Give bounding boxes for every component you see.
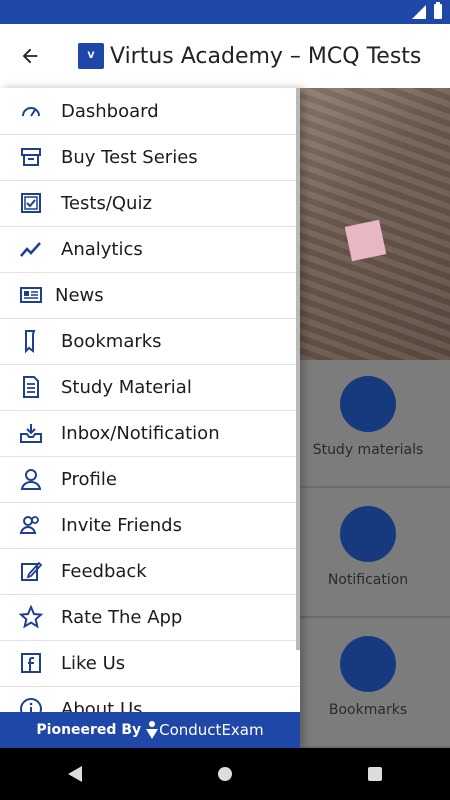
menu-item-label: Dashboard bbox=[61, 100, 159, 122]
menu-item-news[interactable]: News bbox=[0, 272, 300, 319]
signal-icon bbox=[412, 4, 426, 19]
tile-notification[interactable]: Notification bbox=[300, 490, 450, 618]
menu-item-buy-test-series[interactable]: Buy Test Series bbox=[0, 134, 300, 181]
back-button[interactable] bbox=[0, 24, 60, 88]
menu-item-inbox-notification[interactable]: Inbox/Notification bbox=[0, 410, 300, 457]
navigation-drawer: Dashboard Buy Test Series Tests/Quiz Ana… bbox=[0, 88, 300, 748]
hero-image bbox=[300, 88, 450, 360]
drawer-scrollbar[interactable] bbox=[296, 88, 300, 650]
notebook-icon bbox=[340, 636, 396, 692]
nav-home-icon[interactable] bbox=[218, 767, 232, 781]
menu-item-invite-friends[interactable]: Invite Friends bbox=[0, 502, 300, 549]
battery-icon bbox=[434, 2, 442, 19]
menu-item-label: Study Material bbox=[61, 376, 192, 398]
app-title: Virtus Academy – MCQ Tests bbox=[110, 43, 422, 69]
menu-item-label: News bbox=[55, 284, 104, 306]
menu-item-dashboard[interactable]: Dashboard bbox=[0, 88, 300, 135]
buy-box-icon bbox=[17, 143, 45, 171]
status-bar bbox=[0, 0, 450, 24]
nav-back-icon[interactable] bbox=[68, 766, 82, 782]
star-icon bbox=[17, 603, 45, 631]
menu-item-label: Feedback bbox=[61, 560, 147, 582]
analytics-chart-icon bbox=[17, 235, 45, 263]
app-bar: V Virtus Academy – MCQ Tests bbox=[0, 24, 450, 89]
menu-item-analytics[interactable]: Analytics bbox=[0, 226, 300, 273]
document-icon bbox=[17, 373, 45, 401]
menu-item-label: Bookmarks bbox=[61, 330, 162, 352]
system-navigation-bar bbox=[0, 748, 450, 800]
menu-item-bookmarks[interactable]: Bookmarks bbox=[0, 318, 300, 365]
tile-label: Notification bbox=[327, 572, 409, 588]
bell-icon bbox=[340, 506, 396, 562]
pioneered-by-banner: Pioneered By ConductExam bbox=[0, 712, 300, 748]
invite-users-icon bbox=[17, 511, 45, 539]
menu-item-like-us[interactable]: Like Us bbox=[0, 640, 300, 687]
menu-item-label: Inbox/Notification bbox=[61, 422, 220, 444]
app-logo: V bbox=[78, 43, 104, 69]
dashboard-gauge-icon bbox=[17, 97, 45, 125]
tile-label: Study materials bbox=[312, 442, 424, 458]
pioneered-by-label: Pioneered By bbox=[36, 722, 142, 738]
tile-bookmarks[interactable]: Bookmarks bbox=[300, 620, 450, 748]
menu-item-label: Invite Friends bbox=[61, 514, 182, 536]
news-icon bbox=[17, 281, 45, 309]
menu-item-label: Rate The App bbox=[61, 606, 183, 628]
menu-item-study-material[interactable]: Study Material bbox=[0, 364, 300, 411]
bookmark-icon bbox=[17, 327, 45, 355]
facebook-icon bbox=[17, 649, 45, 677]
conductexam-logo-icon bbox=[146, 721, 159, 739]
menu-item-rate-the-app[interactable]: Rate The App bbox=[0, 594, 300, 641]
menu-item-tests-quiz[interactable]: Tests/Quiz bbox=[0, 180, 300, 227]
menu-item-label: Profile bbox=[61, 468, 117, 490]
nav-recents-icon[interactable] bbox=[368, 767, 382, 781]
menu-item-label: Buy Test Series bbox=[61, 146, 198, 168]
menu-item-label: Analytics bbox=[61, 238, 143, 260]
dashboard-grid: Study materials Notification Bookmarks bbox=[300, 360, 450, 748]
menu-item-label: Like Us bbox=[61, 652, 126, 674]
conductexam-brand: ConductExam bbox=[159, 721, 264, 739]
menu-item-label: Tests/Quiz bbox=[61, 192, 152, 214]
back-arrow-icon bbox=[22, 48, 38, 64]
quiz-checkbox-icon bbox=[17, 189, 45, 217]
inbox-icon bbox=[17, 419, 45, 447]
user-icon bbox=[17, 465, 45, 493]
menu-item-feedback[interactable]: Feedback bbox=[0, 548, 300, 595]
tile-label: Bookmarks bbox=[328, 702, 408, 718]
menu-item-profile[interactable]: Profile bbox=[0, 456, 300, 503]
feedback-edit-icon bbox=[17, 557, 45, 585]
tile-study-materials[interactable]: Study materials bbox=[300, 360, 450, 488]
books-icon bbox=[340, 376, 396, 432]
